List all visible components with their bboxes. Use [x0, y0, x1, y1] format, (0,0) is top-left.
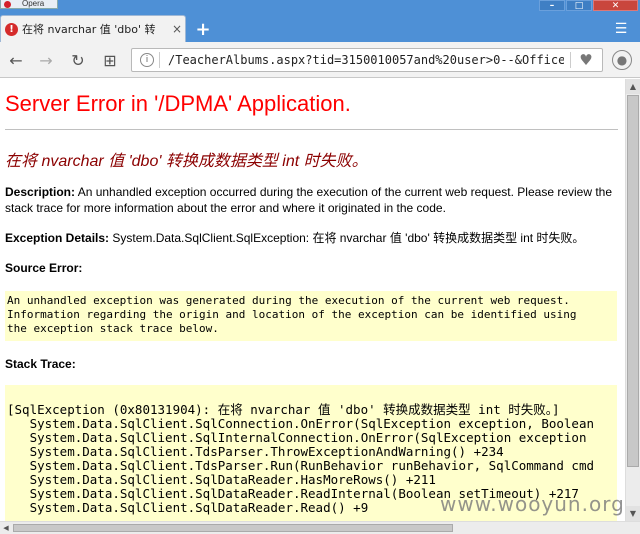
title-bar: Opera – □ ✕ ! 在将 nvarchar 值 'dbo' 转 × + … [0, 0, 640, 42]
heart-icon[interactable]: ♥ [576, 50, 596, 70]
speed-dial-icon[interactable]: ⊞ [100, 50, 120, 70]
close-tab-icon[interactable]: × [172, 22, 182, 36]
source-error-label: Source Error: [5, 261, 83, 275]
opera-menu-label: Opera [22, 0, 45, 8]
description-label: Description: [5, 185, 76, 199]
title-divider [5, 129, 618, 130]
close-window-button[interactable]: ✕ [593, 0, 638, 11]
description-paragraph: Description: An unhandled exception occu… [5, 184, 617, 216]
description-text: An unhandled exception occurred during t… [5, 185, 613, 215]
opera-menu-button[interactable]: Opera [0, 0, 58, 9]
stack-trace-heading: Stack Trace: [5, 356, 617, 372]
exception-label: Exception Details: [5, 231, 110, 245]
reload-button[interactable]: ↻ [68, 50, 88, 70]
tab-title: 在将 nvarchar 值 'dbo' 转 [22, 23, 156, 36]
url-input[interactable]: /TeacherAlbums.aspx?tid=3150010057and%20… [168, 53, 564, 67]
forward-button[interactable]: → [36, 50, 56, 70]
url-separator [570, 52, 571, 68]
exception-details-paragraph: Exception Details: System.Data.SqlClient… [5, 230, 617, 246]
tab-active[interactable]: ! 在将 nvarchar 值 'dbo' 转 × [0, 15, 186, 42]
vertical-scroll-thumb[interactable] [627, 95, 639, 467]
scroll-down-icon[interactable]: ▼ [626, 506, 640, 521]
error-subtitle: 在将 nvarchar 值 'dbo' 转换成数据类型 int 时失败。 [5, 153, 368, 170]
horizontal-scrollbar[interactable]: ◀ [0, 521, 640, 534]
back-button[interactable]: ← [6, 50, 26, 70]
url-divider [159, 52, 160, 68]
user-icon[interactable]: ● [612, 50, 632, 70]
navigation-toolbar: ← → ↻ ⊞ i /TeacherAlbums.aspx?tid=315001… [0, 42, 640, 78]
opera-logo-icon [4, 0, 11, 8]
scroll-up-icon[interactable]: ▲ [626, 79, 640, 94]
source-error-text: An unhandled exception was generated dur… [7, 294, 577, 335]
page-content: Server Error in '/DPMA' Application. 在将 … [0, 79, 625, 521]
horizontal-scroll-thumb[interactable] [13, 524, 453, 532]
address-bar[interactable]: i /TeacherAlbums.aspx?tid=3150010057and%… [131, 48, 603, 72]
exception-text: System.Data.SqlClient.SqlException: 在将 n… [109, 231, 585, 245]
vertical-scrollbar[interactable]: ▲ ▼ [625, 79, 640, 521]
stack-trace-label: Stack Trace: [5, 357, 76, 371]
scroll-left-icon[interactable]: ◀ [0, 522, 12, 534]
page-favicon-icon: ! [5, 22, 18, 36]
new-tab-button[interactable]: + [192, 18, 214, 40]
tab-menu-icon[interactable]: ☰ [612, 21, 630, 37]
site-info-icon[interactable]: i [140, 53, 154, 67]
watermark: www.wooyun.org [440, 492, 625, 516]
page-title: Server Error in '/DPMA' Application. [5, 91, 351, 116]
source-error-box: An unhandled exception was generated dur… [5, 291, 617, 341]
minimize-button[interactable]: – [539, 0, 565, 11]
maximize-button[interactable]: □ [566, 0, 592, 11]
source-error-heading: Source Error: [5, 260, 617, 276]
